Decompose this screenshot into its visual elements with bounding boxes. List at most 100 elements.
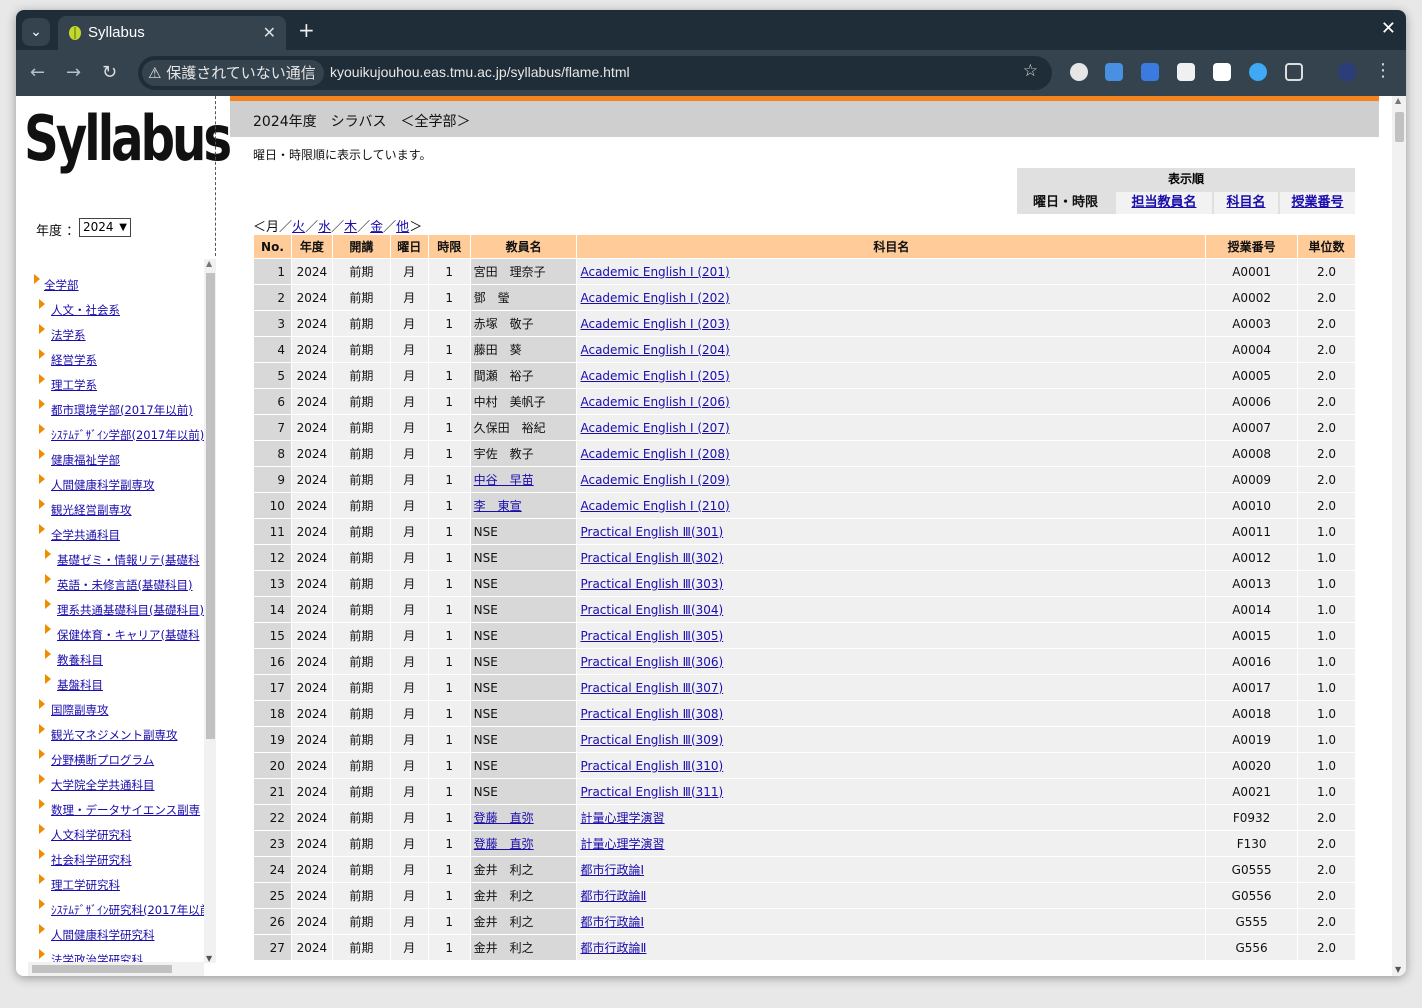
- tab-syllabus[interactable]: Syllabus ✕: [58, 16, 286, 50]
- day-nav-link[interactable]: 他: [396, 220, 409, 235]
- day-nav-link[interactable]: 火: [292, 220, 305, 235]
- subject-link[interactable]: Academic English I (210): [580, 499, 729, 513]
- tree-item[interactable]: 経営学系: [39, 349, 97, 368]
- day-nav-link[interactable]: 木: [344, 220, 357, 235]
- subject-link[interactable]: Practical English Ⅲ(310): [580, 759, 723, 773]
- browser-menu-icon[interactable]: ⋮: [1374, 60, 1392, 81]
- subject-link[interactable]: Academic English I (203): [580, 317, 729, 331]
- subject-link[interactable]: Practical English Ⅲ(303): [580, 577, 723, 591]
- tree-item[interactable]: 保健体育・キャリア(基礎科: [45, 624, 200, 643]
- subject-link[interactable]: Practical English Ⅲ(301): [580, 525, 723, 539]
- teacher-link[interactable]: 中谷 早苗: [474, 473, 534, 487]
- extension-1-icon[interactable]: [1070, 63, 1088, 81]
- sort-by-subject-link[interactable]: 科目名: [1214, 192, 1278, 214]
- tree-item[interactable]: 観光経営副専攻: [39, 499, 132, 518]
- tree-item[interactable]: 理工学系: [39, 374, 97, 393]
- left-hscroll-thumb[interactable]: [32, 965, 172, 973]
- table-cell: 2024: [291, 753, 332, 779]
- teacher-link[interactable]: 李 東宣: [474, 499, 522, 513]
- tree-item[interactable]: 観光マネジメント副専攻: [39, 724, 178, 743]
- tree-item[interactable]: 数理・データサイエンス副専: [39, 799, 200, 818]
- tab-search-chevron-icon[interactable]: ⌄: [22, 18, 50, 46]
- tree-item[interactable]: 社会科学研究科: [39, 849, 132, 868]
- subject-link[interactable]: Practical English Ⅲ(311): [580, 785, 723, 799]
- subject-link[interactable]: Academic English I (205): [580, 369, 729, 383]
- subject-link[interactable]: 都市行政論Ⅱ: [580, 889, 646, 903]
- tab-close-icon[interactable]: ✕: [263, 23, 276, 42]
- window-close-icon[interactable]: ✕: [1381, 18, 1396, 39]
- subject-link[interactable]: Practical English Ⅲ(308): [580, 707, 723, 721]
- subject-link[interactable]: Practical English Ⅲ(306): [580, 655, 723, 669]
- tree-item[interactable]: 法学政治学研究科: [39, 949, 143, 962]
- subject-link[interactable]: 都市行政論Ⅰ: [580, 863, 644, 877]
- tree-item[interactable]: 教養科目: [45, 649, 103, 668]
- subject-link[interactable]: Practical English Ⅲ(307): [580, 681, 723, 695]
- subject-link[interactable]: Academic English I (208): [580, 447, 729, 461]
- tree-item[interactable]: 分野横断プログラム: [39, 749, 154, 768]
- profile-avatar-icon[interactable]: [1338, 63, 1356, 81]
- subject-link[interactable]: Practical English Ⅲ(304): [580, 603, 723, 617]
- year-select[interactable]: 2024 ▼: [79, 218, 131, 237]
- subject-link[interactable]: 都市行政論Ⅱ: [580, 941, 646, 955]
- subject-link[interactable]: 都市行政論Ⅰ: [580, 915, 644, 929]
- address-bar[interactable]: ⚠ 保護されていない通信 kyouikujouhou.eas.tmu.ac.jp…: [138, 56, 1052, 90]
- extension-6-icon[interactable]: [1249, 63, 1267, 81]
- left-scrollbar[interactable]: ▲ ▼: [204, 259, 216, 963]
- tree-item[interactable]: 人間健康科学副専攻: [39, 474, 155, 493]
- subject-link[interactable]: Academic English I (209): [580, 473, 729, 487]
- tree-item[interactable]: 理工学研究科: [39, 874, 120, 893]
- sort-by-teacher-link[interactable]: 担当教員名: [1116, 192, 1212, 214]
- tree-item[interactable]: ｼｽﾃﾑﾃﾞｻﾞｲﾝ研究科(2017年以前: [39, 899, 206, 918]
- tree-item[interactable]: 人文科学研究科: [39, 824, 132, 843]
- subject-link[interactable]: Academic English I (204): [580, 343, 729, 357]
- new-tab-icon[interactable]: +: [298, 18, 315, 42]
- scroll-up-icon[interactable]: ▲: [206, 259, 212, 268]
- tree-item[interactable]: 法学系: [39, 324, 86, 343]
- left-scroll-thumb[interactable]: [206, 273, 215, 739]
- tree-item[interactable]: 基盤科目: [45, 674, 103, 693]
- tree-item[interactable]: 人間健康科学研究科: [39, 924, 155, 943]
- tree-item[interactable]: 全学共通科目: [39, 524, 120, 543]
- forward-arrow-icon[interactable]: →: [66, 62, 81, 83]
- subject-link[interactable]: Academic English I (202): [580, 291, 729, 305]
- teacher-link[interactable]: 登藤 直弥: [474, 837, 534, 851]
- subject-link[interactable]: Practical English Ⅲ(302): [580, 551, 723, 565]
- extensions-puzzle-icon[interactable]: [1285, 63, 1303, 81]
- subject-link[interactable]: Academic English I (206): [580, 395, 729, 409]
- tree-item[interactable]: 全学部: [34, 274, 79, 293]
- tree-item[interactable]: 国際副専攻: [39, 699, 109, 718]
- subject-link[interactable]: 計量心理学演習: [580, 837, 664, 851]
- day-nav-link[interactable]: 水: [318, 220, 331, 235]
- subject-link[interactable]: Academic English I (201): [580, 265, 729, 279]
- tree-item[interactable]: 人文・社会系: [39, 299, 120, 318]
- url-text[interactable]: kyouikujouhou.eas.tmu.ac.jp/syllabus/fla…: [330, 64, 630, 80]
- bookmark-star-icon[interactable]: ☆: [1023, 61, 1038, 81]
- left-horizontal-scrollbar[interactable]: [28, 962, 204, 976]
- tree-item[interactable]: 大学院全学共通科目: [39, 774, 155, 793]
- reload-icon[interactable]: ↻: [102, 62, 117, 83]
- subject-link[interactable]: Practical English Ⅲ(309): [580, 733, 723, 747]
- sort-by-number-link[interactable]: 授業番号: [1280, 192, 1355, 214]
- extension-3-icon[interactable]: [1141, 63, 1159, 81]
- day-nav-link[interactable]: 金: [370, 220, 383, 235]
- tree-item[interactable]: ｼｽﾃﾑﾃﾞｻﾞｲﾝ学部(2017年以前): [39, 424, 204, 443]
- tree-item[interactable]: 基礎ゼミ・情報リテ(基礎科: [45, 549, 200, 568]
- tree-item[interactable]: 理系共通基礎科目(基礎科目): [45, 599, 204, 618]
- security-chip[interactable]: ⚠ 保護されていない通信: [142, 60, 324, 86]
- extension-5-icon[interactable]: [1213, 63, 1231, 81]
- tree-item[interactable]: 英語・未修言語(基礎科目): [45, 574, 192, 593]
- scroll-down-icon[interactable]: ▼: [206, 954, 212, 963]
- extension-2-icon[interactable]: [1105, 63, 1123, 81]
- page-scroll-up-icon[interactable]: ▲: [1395, 96, 1401, 105]
- extension-4-icon[interactable]: [1177, 63, 1195, 81]
- tree-item[interactable]: 健康福祉学部: [39, 449, 120, 468]
- page-scrollbar[interactable]: ▲ ▼: [1392, 96, 1406, 976]
- subject-link[interactable]: 計量心理学演習: [580, 811, 664, 825]
- subject-link[interactable]: Practical English Ⅲ(305): [580, 629, 723, 643]
- page-scroll-down-icon[interactable]: ▼: [1395, 965, 1401, 974]
- teacher-link[interactable]: 登藤 直弥: [474, 811, 534, 825]
- back-arrow-icon[interactable]: ←: [30, 62, 45, 83]
- subject-link[interactable]: Academic English I (207): [580, 421, 729, 435]
- page-scroll-thumb[interactable]: [1395, 112, 1404, 142]
- tree-item[interactable]: 都市環境学部(2017年以前): [39, 399, 193, 418]
